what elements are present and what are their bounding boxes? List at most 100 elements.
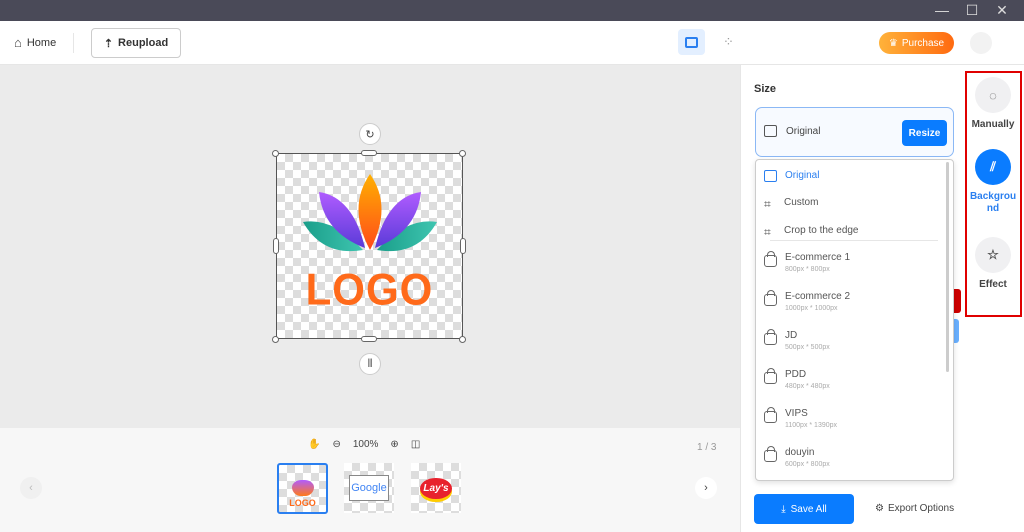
purchase-label: Purchase	[901, 37, 945, 49]
home-label: Home	[26, 36, 57, 49]
option-label: JD	[785, 330, 798, 341]
option-dims: 500px * 500px	[785, 344, 830, 351]
option-label: Crop to the edge	[784, 225, 859, 236]
avatar[interactable]	[970, 32, 992, 54]
download-icon: ⤓	[781, 503, 786, 515]
thumbnail-lays[interactable]: Lay's	[411, 463, 461, 513]
bag-icon	[764, 290, 777, 306]
hand-icon[interactable]: ✋	[308, 439, 320, 450]
resize-button[interactable]: Resize	[902, 120, 947, 146]
close-button[interactable]: ✕	[992, 2, 1012, 19]
bottom-strip: ✋ ⊖ 100% ⊕ ◫ 1 / 3 ‹ › LOGO Google Lay's	[0, 428, 740, 532]
size-dropdown: Original ⌗ Custom ⌗ Crop to the edge E-com…	[755, 159, 954, 481]
rotate-icon: ↻	[365, 128, 375, 141]
bag-icon	[764, 368, 777, 384]
single-view-button[interactable]	[678, 29, 705, 55]
zoom-in-icon[interactable]: ⊕	[390, 439, 398, 450]
option-dims: 1100px * 1390px	[785, 422, 838, 429]
background-stripes-icon: ⫽	[975, 149, 1011, 185]
option-douyin[interactable]: douyin 600px * 800px	[756, 446, 838, 468]
image-canvas[interactable]: LOGO	[276, 153, 463, 339]
zoom-out-icon[interactable]: ⊖	[332, 439, 340, 450]
option-ecommerce-2[interactable]: E-commerce 2 1000px * 1000px	[756, 290, 858, 312]
resize-handle[interactable]	[361, 150, 377, 156]
bag-icon	[764, 329, 777, 345]
rail-label: Background	[969, 191, 1017, 214]
rail-manually[interactable]: ◌ Manually	[962, 77, 1024, 130]
prev-button[interactable]: ‹	[20, 477, 42, 499]
crown-icon: ♛	[888, 37, 898, 49]
thumb-label: Google	[349, 475, 389, 501]
minimize-button[interactable]: —	[932, 2, 952, 18]
resize-handle[interactable]	[273, 238, 279, 254]
save-all-button[interactable]: ⤓ Save All	[754, 494, 854, 524]
size-panel: Size Original Resize Original ⌗ Custom ⌗ C…	[740, 65, 962, 532]
purchase-button[interactable]: ♛ Purchase	[879, 32, 954, 54]
crop-edge-icon: ⌗	[764, 225, 771, 239]
rail-background[interactable]: ⫽ Background	[962, 149, 1024, 215]
home-icon: ⌂	[14, 35, 22, 50]
resize-handle[interactable]	[361, 336, 377, 342]
grid-icon: ⁘	[723, 34, 734, 49]
option-label: Original	[785, 170, 820, 181]
maximize-button[interactable]: ☐	[962, 2, 982, 19]
resize-handle[interactable]	[272, 150, 279, 157]
option-pdd[interactable]: PDD 480px * 480px	[756, 368, 838, 390]
rotate-button[interactable]: ↻	[359, 123, 381, 145]
divider	[770, 240, 938, 241]
divider	[73, 33, 74, 53]
effect-star-icon: ☆	[975, 237, 1011, 273]
flip-icon: ⫴	[367, 357, 373, 370]
option-dims: 800px * 800px	[785, 266, 830, 273]
option-jd[interactable]: JD 500px * 500px	[756, 329, 838, 351]
thumbnail-google[interactable]: Google	[344, 463, 394, 513]
grid-view-button[interactable]: ⁘	[715, 29, 742, 55]
option-label: E-commerce 1	[785, 252, 851, 263]
thumb-label: LOGO	[289, 498, 316, 508]
tool-rail: ◌ Manually ⫽ Background ☆ Effect	[962, 65, 1024, 532]
option-vips[interactable]: VIPS 1100px * 1390px	[756, 407, 845, 429]
compare-icon[interactable]: ◫	[411, 439, 420, 450]
lotus-logo	[303, 174, 437, 252]
rail-effect[interactable]: ☆ Effect	[962, 237, 1024, 290]
option-label: PDD	[785, 369, 807, 380]
export-options-label: Export Options	[887, 503, 955, 514]
scrollbar[interactable]	[946, 162, 949, 372]
resize-handle[interactable]	[459, 336, 466, 343]
zoom-level: 100%	[352, 439, 379, 450]
option-original[interactable]: Original	[756, 170, 827, 182]
resize-handle[interactable]	[459, 150, 466, 157]
manual-brush-icon: ◌	[975, 77, 1011, 113]
size-title: Size	[754, 83, 777, 95]
lotus-thumb-icon	[291, 480, 314, 496]
export-options-button[interactable]: ⚙ Export Options	[875, 503, 954, 514]
option-label: Custom	[784, 197, 819, 208]
single-view-icon	[685, 36, 698, 48]
option-custom[interactable]: ⌗ Custom	[756, 197, 826, 212]
bag-icon	[764, 251, 777, 267]
thumb-label: Lay's	[420, 477, 452, 499]
flip-button[interactable]: ⫴	[359, 353, 381, 375]
option-ecommerce-1[interactable]: E-commerce 1 800px * 800px	[756, 251, 858, 273]
resize-handle[interactable]	[460, 238, 466, 254]
gear-icon: ⚙	[875, 503, 884, 514]
logo-text: LOGO	[305, 264, 434, 315]
option-crop-edge[interactable]: ⌗ Crop to the edge	[756, 225, 867, 240]
image-icon	[764, 170, 777, 182]
chevron-left-icon: ‹	[29, 482, 33, 494]
option-label: douyin	[785, 447, 815, 458]
rail-label: Manually	[971, 119, 1015, 130]
next-button[interactable]: ›	[695, 477, 717, 499]
size-select[interactable]: Original Resize	[755, 107, 954, 157]
thumbnail-logo[interactable]: LOGO	[277, 463, 328, 514]
save-all-label: Save All	[790, 503, 827, 515]
option-dims: 600px * 800px	[785, 461, 830, 468]
bag-icon	[764, 446, 777, 462]
upload-icon: ⇡	[103, 37, 114, 50]
reupload-button[interactable]: ⇡ Reupload	[91, 28, 181, 58]
resize-handle[interactable]	[272, 336, 279, 343]
reupload-label: Reupload	[118, 37, 169, 49]
option-dims: 1000px * 1000px	[785, 305, 838, 312]
home-button[interactable]: ⌂ Home	[14, 35, 56, 50]
top-bar: ⌂ Home ⇡ Reupload ⁘ ♛ Purchase	[0, 21, 1024, 65]
